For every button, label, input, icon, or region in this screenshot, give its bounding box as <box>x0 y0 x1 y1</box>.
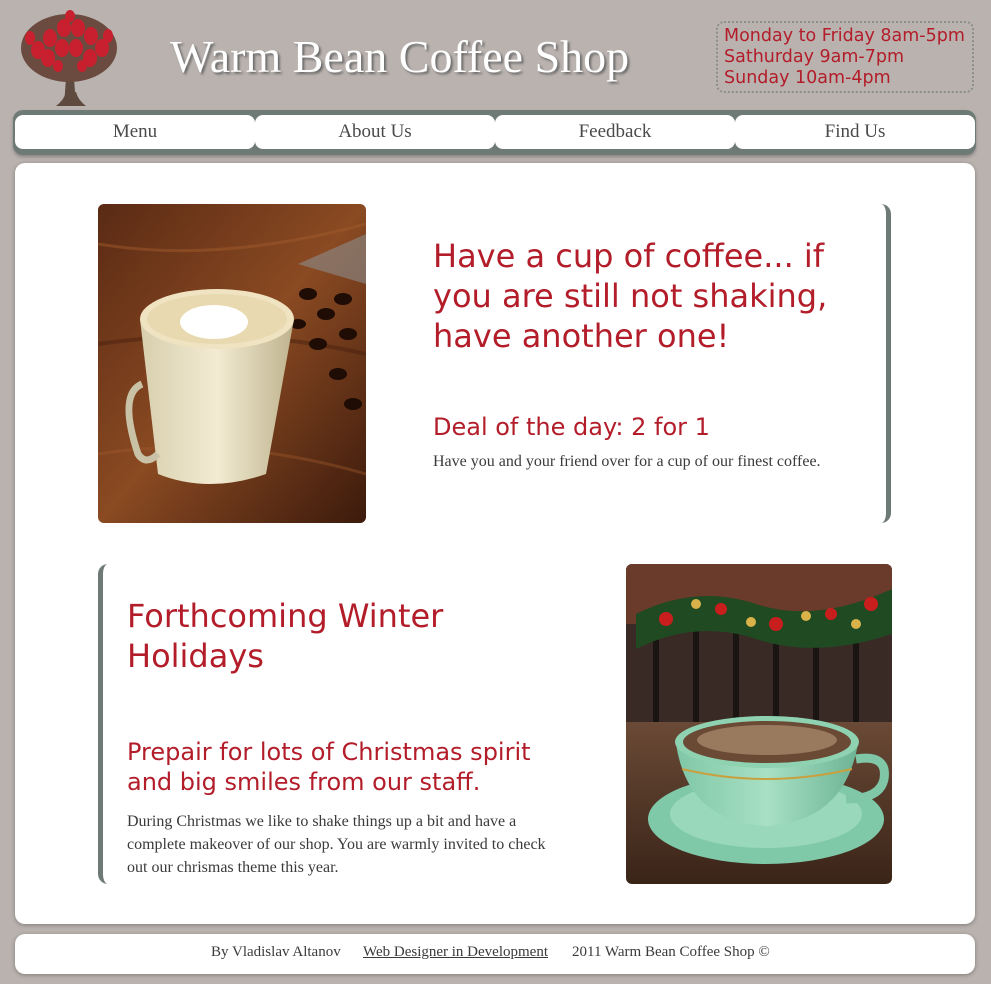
footer-link-web-designer[interactable]: Web Designer in Development <box>363 944 548 961</box>
nav-item-feedback[interactable]: Feedback <box>495 115 735 149</box>
feature2-subheading: Prepair for lots of Christmas spirit and… <box>127 738 531 796</box>
nav-item-find-us[interactable]: Find Us <box>735 115 975 149</box>
nav-item-menu[interactable]: Menu <box>15 115 255 149</box>
hours-saturday: Sathurday 9am-7pm <box>724 47 905 67</box>
opening-hours: Monday to Friday 8am-5pm Sathurday 9am-7… <box>716 21 974 93</box>
feature2-heading: Forthcoming Winter Holidays <box>127 597 444 675</box>
footer-author: By Vladislav Altanov <box>211 944 341 960</box>
feature1-heading: Have a cup of coffee... if you are still… <box>433 237 828 355</box>
latte-photo <box>98 204 366 523</box>
feature1-text: Have you and your friend over for a cup … <box>433 453 821 470</box>
nav-item-about-us[interactable]: About Us <box>255 115 495 149</box>
feature2-text: During Christmas we like to shake things… <box>127 813 546 876</box>
tree-logo-icon[interactable] <box>18 8 120 106</box>
footer-copyright: 2011 Warm Bean Coffee Shop © <box>572 944 770 960</box>
site-title: Warm Bean Coffee Shop <box>170 31 630 82</box>
feature1-subheading: Deal of the day: 2 for 1 <box>433 413 710 441</box>
hours-sunday: Sunday 10am-4pm <box>724 68 891 88</box>
christmas-coffee-photo <box>626 564 892 884</box>
hours-weekdays: Monday to Friday 8am-5pm <box>724 26 965 46</box>
